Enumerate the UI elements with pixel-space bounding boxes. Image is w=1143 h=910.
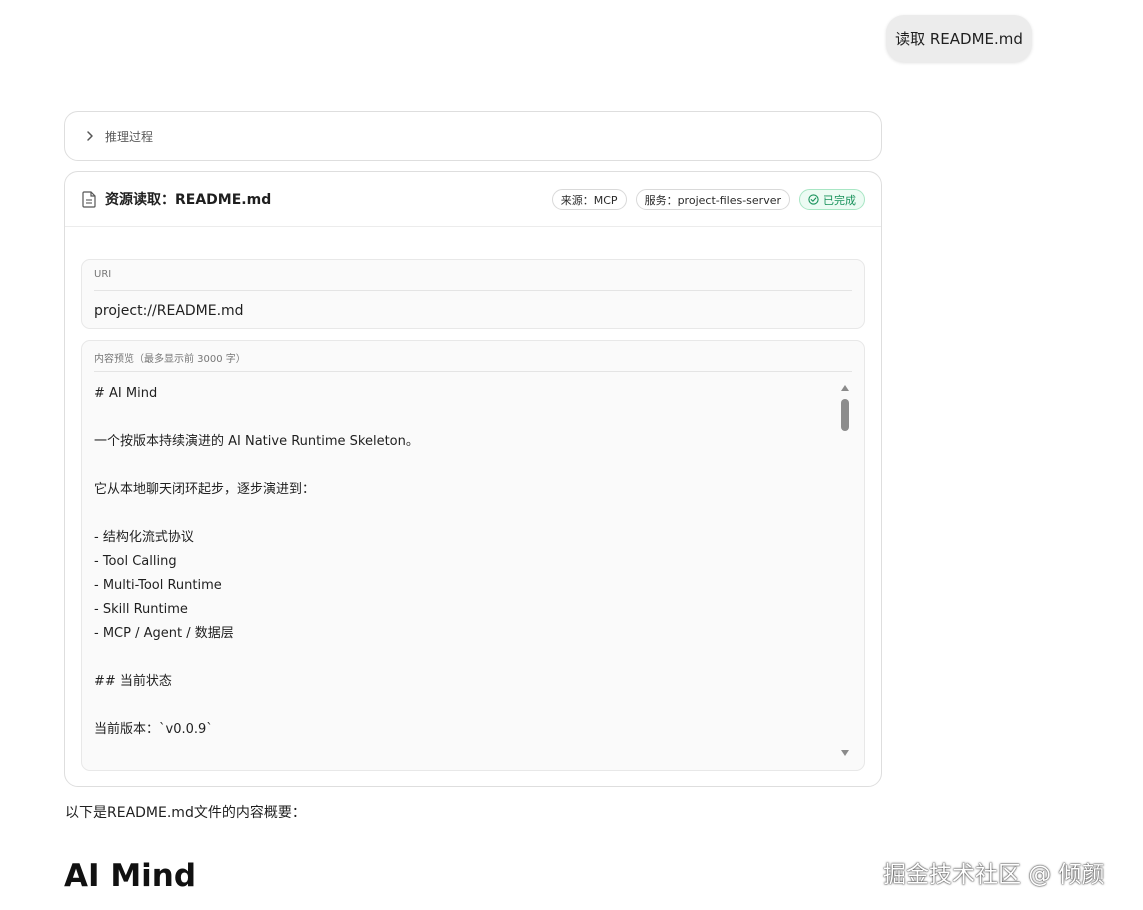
- preview-line: [94, 406, 829, 430]
- card-title: 资源读取：README.md: [105, 192, 272, 208]
- preview-line: - Multi-Tool Runtime: [94, 578, 222, 593]
- preview-line: [94, 694, 829, 718]
- preview-line: - Skill Runtime: [94, 602, 188, 617]
- check-circle-icon: [808, 194, 819, 205]
- preview-line: - MCP / Agent / 数据层: [94, 626, 234, 641]
- reasoning-label: 推理过程: [105, 129, 154, 144]
- service-badge: 服务：project-files-server: [635, 189, 790, 210]
- preview-line: ## 当前状态: [94, 674, 172, 689]
- scroll-down-arrow-icon[interactable]: [841, 750, 849, 756]
- chevron-right-icon: [83, 129, 97, 143]
- preview-line: [94, 454, 829, 478]
- status-badge-label: 已完成: [823, 193, 856, 207]
- preview-line: - 结构化流式协议: [94, 530, 194, 545]
- preview-line: 它从本地聊天闭环起步，逐步演进到：: [94, 482, 316, 497]
- card-header: 资源读取：README.md 来源：MCP 服务：project-files-s…: [65, 172, 881, 227]
- preview-line: - Tool Calling: [94, 554, 177, 569]
- preview-line: [94, 646, 829, 670]
- uri-value[interactable]: project://README.md: [94, 303, 244, 319]
- preview-line: 当前版本：`v0.0.9`: [94, 722, 213, 737]
- preview-scrollbar[interactable]: [838, 381, 852, 766]
- resource-read-card: 资源读取：README.md 来源：MCP 服务：project-files-s…: [64, 171, 882, 787]
- assistant-heading: AI Mind: [64, 858, 197, 894]
- card-badges: 来源：MCP 服务：project-files-server 已完成: [551, 189, 865, 210]
- document-icon: [82, 191, 96, 208]
- preview-content[interactable]: # AI Mind 一个按版本持续演进的 AI Native Runtime S…: [94, 382, 829, 747]
- reasoning-toggle[interactable]: 推理过程: [64, 111, 882, 161]
- uri-label: URI: [94, 269, 112, 280]
- assistant-summary: 以下是README.md文件的内容概要：: [65, 805, 306, 821]
- preview-line: [94, 502, 829, 526]
- scroll-up-arrow-icon[interactable]: [841, 385, 849, 391]
- source-badge: 来源：MCP: [551, 189, 627, 210]
- status-badge: 已完成: [799, 189, 865, 210]
- scrollbar-thumb[interactable]: [841, 399, 849, 431]
- preview-line: # AI Mind: [94, 386, 158, 401]
- uri-field: URI project://README.md: [81, 259, 865, 329]
- preview-line: 一个按版本持续演进的 AI Native Runtime Skeleton。: [94, 434, 419, 449]
- user-message-text: 读取 README.md: [895, 30, 1023, 48]
- watermark: 掘金技术社区 @ 倾颜: [883, 862, 1105, 888]
- user-message-bubble: 读取 README.md: [886, 15, 1032, 62]
- divider: [94, 371, 852, 372]
- divider: [94, 290, 852, 291]
- content-preview-field: 内容预览（最多显示前 3000 字） # AI Mind 一个按版本持续演进的 …: [81, 340, 865, 771]
- preview-label: 内容预览（最多显示前 3000 字）: [94, 354, 246, 365]
